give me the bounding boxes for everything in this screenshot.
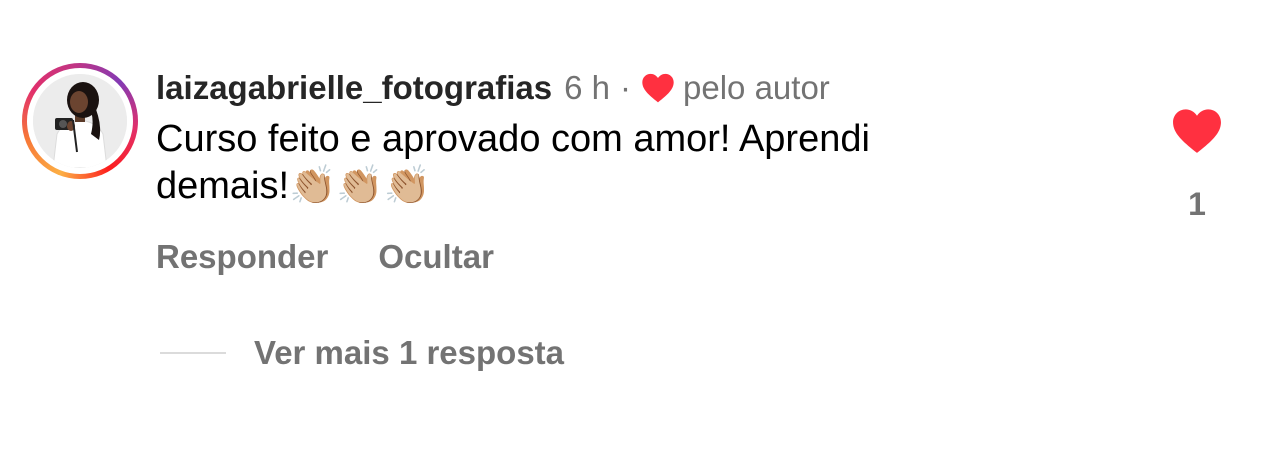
- clapping-hands-emoji: 👏🏼👏🏼👏🏼: [289, 163, 432, 207]
- comment-block: laizagabrielle_fotografias 6 h · pelo au…: [156, 66, 1116, 209]
- replies-divider: [160, 352, 226, 354]
- comment-meta: laizagabrielle_fotografias 6 h · pelo au…: [156, 66, 1116, 110]
- profile-photo-icon: [33, 74, 127, 168]
- heart-filled-icon[interactable]: [1172, 108, 1222, 154]
- view-replies-label: Ver mais 1 resposta: [254, 334, 565, 371]
- view-replies-button[interactable]: Ver mais 1 resposta: [160, 334, 564, 372]
- comment-actions: Responder Ocultar: [156, 238, 494, 276]
- avatar[interactable]: [33, 74, 127, 168]
- comment-timestamp: 6 h: [564, 69, 611, 106]
- username-link[interactable]: laizagabrielle_fotografias: [156, 69, 552, 107]
- story-ring[interactable]: [22, 63, 138, 179]
- comment-body: Curso feito e aprovado com amor! Aprendi…: [156, 118, 870, 207]
- hide-button[interactable]: Ocultar: [378, 238, 494, 276]
- liked-by-author-label: pelo autor: [683, 69, 830, 106]
- comment-text: Curso feito e aprovado com amor! Aprendi…: [156, 116, 996, 209]
- author-liked-heart-icon: [642, 73, 674, 103]
- like-count[interactable]: 1: [1176, 186, 1218, 223]
- reply-button[interactable]: Responder: [156, 238, 328, 276]
- meta-separator: ·: [620, 69, 632, 106]
